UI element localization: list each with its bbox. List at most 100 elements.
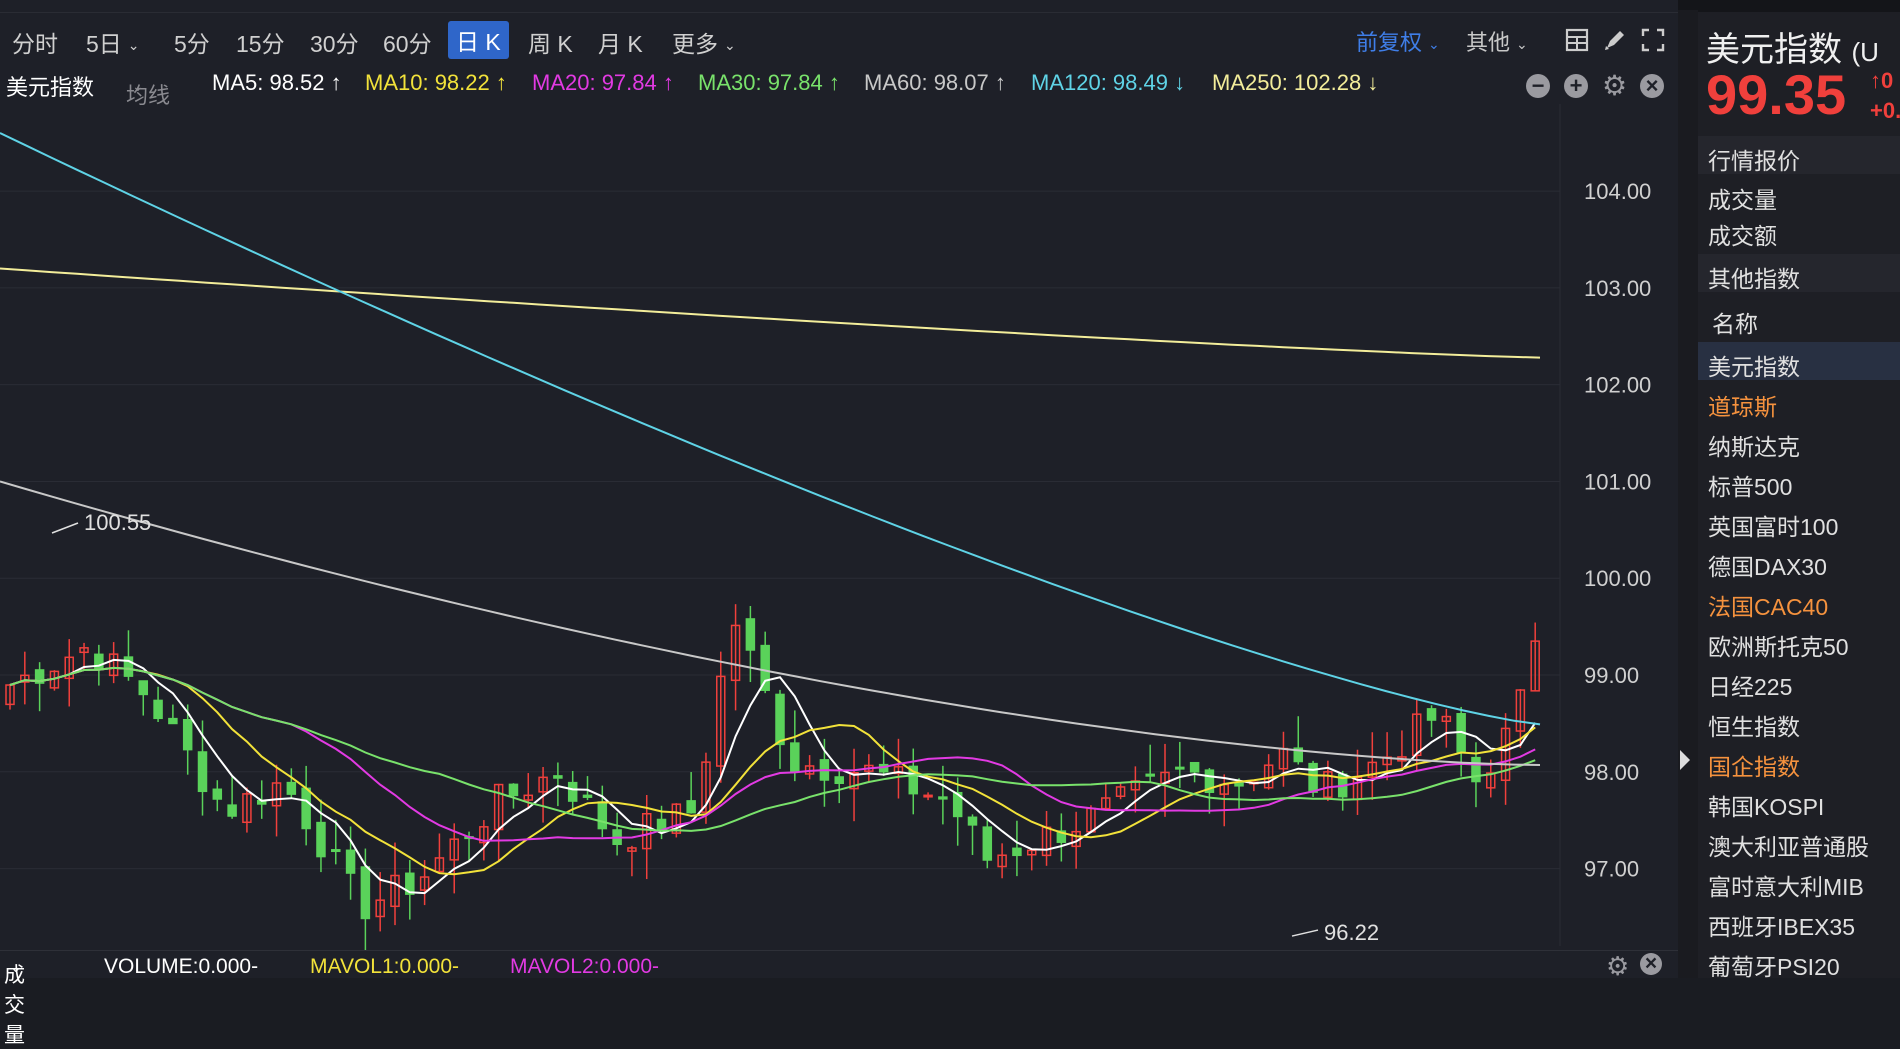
index-list-item[interactable]: 韩国KOSPI: [1698, 782, 1900, 820]
candle-body: [745, 618, 756, 651]
index-list-item[interactable]: 标普500: [1698, 462, 1900, 500]
other-dropdown[interactable]: 其他 ⌄: [1466, 25, 1528, 57]
period-more[interactable]: 更多 ⌄: [672, 25, 736, 59]
candle-body: [316, 821, 326, 858]
ma20-value: MA20: 97.84 ↑: [532, 70, 674, 95]
index-name: 西班牙IBEX35: [1708, 914, 1855, 940]
candle-body: [286, 781, 297, 795]
period-daily[interactable]: 日 K: [448, 21, 509, 59]
zoom-out-icon[interactable]: −: [1526, 74, 1550, 98]
ma250-line: [0, 267, 1541, 359]
ma120-value: MA120: 98.49 ↓: [1031, 70, 1186, 95]
other-index-header: 其他指数: [1698, 254, 1900, 292]
quote-section-header: 行情报价: [1698, 136, 1900, 174]
index-list-item[interactable]: 纳斯达克: [1698, 422, 1900, 460]
zoom-in-icon[interactable]: +: [1564, 74, 1588, 98]
volume-row-label: 成交量: [1708, 187, 1777, 213]
index-name: 纳斯达克: [1708, 434, 1800, 460]
period-15min[interactable]: 15分: [236, 25, 285, 59]
index-list-item[interactable]: 英国富时100: [1698, 502, 1900, 540]
index-list-item[interactable]: 欧洲斯托克50: [1698, 622, 1900, 660]
change-amount: ↑0: [1870, 68, 1894, 93]
candle-body: [790, 742, 800, 773]
candle-body: [345, 849, 356, 874]
period-5min[interactable]: 5分: [174, 25, 210, 59]
annotation-arrow: [51, 522, 79, 534]
quote-change: ↑0 +0.: [1870, 66, 1900, 126]
candle-body: [982, 826, 993, 861]
candle-body: [938, 796, 948, 800]
index-list-item[interactable]: 葡萄牙PSI20: [1698, 942, 1900, 980]
annotation-label: 96.22: [1324, 920, 1379, 945]
index-list-item[interactable]: 法国CAC40: [1698, 582, 1900, 620]
period-intraday[interactable]: 分时: [12, 25, 58, 59]
candle-body: [923, 794, 933, 798]
chevron-down-icon: ⌄: [10, 959, 22, 975]
chevron-down-icon: ⌄: [127, 37, 140, 54]
quote-name-suffix: (U: [1851, 37, 1879, 67]
index-list-item[interactable]: 澳大利亚普通股: [1698, 822, 1900, 860]
period-toolbar: 分时 5日 ⌄ 5分 15分 30分 60分 日 K 周 K 月 K 更多 ⌄ 前复…: [0, 12, 1678, 63]
candle-body: [775, 693, 785, 746]
candle-body: [301, 787, 311, 830]
index-list-item[interactable]: 美元指数: [1698, 342, 1900, 380]
y-tick-label: 101.00: [1584, 469, 1651, 494]
candle-body: [1189, 761, 1200, 773]
period-30min[interactable]: 30分: [310, 25, 359, 59]
other-index-label: 其他指数: [1708, 266, 1800, 292]
candle-body: [567, 781, 578, 802]
chevron-down-icon: ⌄: [1428, 35, 1440, 52]
index-name: 国企指数: [1708, 754, 1800, 780]
fullscreen-icon[interactable]: [1640, 27, 1666, 53]
candle-body: [553, 775, 563, 779]
index-name: 韩国KOSPI: [1708, 794, 1825, 820]
index-list-item[interactable]: 西班牙IBEX35: [1698, 902, 1900, 940]
quote-price: 99.35: [1706, 63, 1847, 126]
candle-body: [360, 866, 371, 920]
volume-value: VOLUME:0.000-: [104, 955, 259, 978]
volume-close-icon[interactable]: ×: [1640, 953, 1662, 975]
other-label: 其他: [1466, 30, 1511, 55]
candle-body: [197, 751, 208, 793]
candle-body: [227, 804, 237, 817]
chevron-down-icon: ⌄: [132, 78, 144, 94]
candle-body: [182, 718, 193, 751]
amount-row-label: 成交额: [1708, 223, 1777, 249]
ma60-value: MA60: 98.07 ↑: [864, 70, 1006, 95]
kline-chart[interactable]: 104.00 103.00 102.00 101.00 100.00 99.00 98.00…: [0, 104, 1678, 950]
ma250-value: MA250: 102.28 ↓: [1212, 70, 1379, 95]
volume-settings-icon[interactable]: ⚙: [1606, 951, 1629, 982]
index-list-item[interactable]: 道琼斯: [1698, 382, 1900, 420]
collapse-arrow-icon[interactable]: [1680, 750, 1690, 770]
candle-body: [331, 849, 341, 853]
name-column-label: 名称: [1712, 311, 1758, 337]
y-tick-label: 97.00: [1584, 857, 1639, 882]
period-5day[interactable]: 5日 ⌄: [86, 25, 140, 59]
settings-gear-icon[interactable]: ⚙: [1602, 72, 1627, 100]
period-60min[interactable]: 60分: [383, 25, 432, 59]
index-list-item[interactable]: 日经225: [1698, 662, 1900, 700]
index-name: 法国CAC40: [1708, 594, 1829, 620]
annotation-label: 100.55: [84, 510, 151, 535]
candle-body: [1145, 773, 1155, 777]
index-list-item[interactable]: 富时意大利MIB: [1698, 862, 1900, 900]
layout-grid-icon[interactable]: [1564, 27, 1590, 53]
index-list-item[interactable]: 恒生指数: [1698, 702, 1900, 740]
close-icon[interactable]: ×: [1640, 74, 1664, 98]
index-name: 欧洲斯托克50: [1708, 634, 1849, 660]
adjust-label: 前复权: [1356, 30, 1423, 55]
adjust-dropdown[interactable]: 前复权 ⌄: [1356, 25, 1440, 57]
ma-legend-bar: 美元指数 均线 ⌄ MA5: 98.52 ↑ MA10: 98.22 ↑ MA20…: [0, 62, 1678, 108]
candle-body: [508, 783, 519, 797]
y-tick-label: 103.00: [1584, 276, 1651, 301]
mavol1-value: MAVOL1:0.000-: [310, 955, 460, 978]
candle-body: [1308, 762, 1318, 793]
candle-body: [1234, 782, 1244, 787]
draw-pen-icon[interactable]: [1602, 27, 1628, 53]
period-weekly[interactable]: 周 K: [528, 25, 573, 59]
period-monthly[interactable]: 月 K: [598, 25, 643, 59]
y-tick-label: 99.00: [1584, 663, 1639, 688]
index-list-item[interactable]: 德国DAX30: [1698, 542, 1900, 580]
mavol2-value: MAVOL2:0.000-: [510, 955, 660, 978]
index-list-item[interactable]: 国企指数: [1698, 742, 1900, 780]
